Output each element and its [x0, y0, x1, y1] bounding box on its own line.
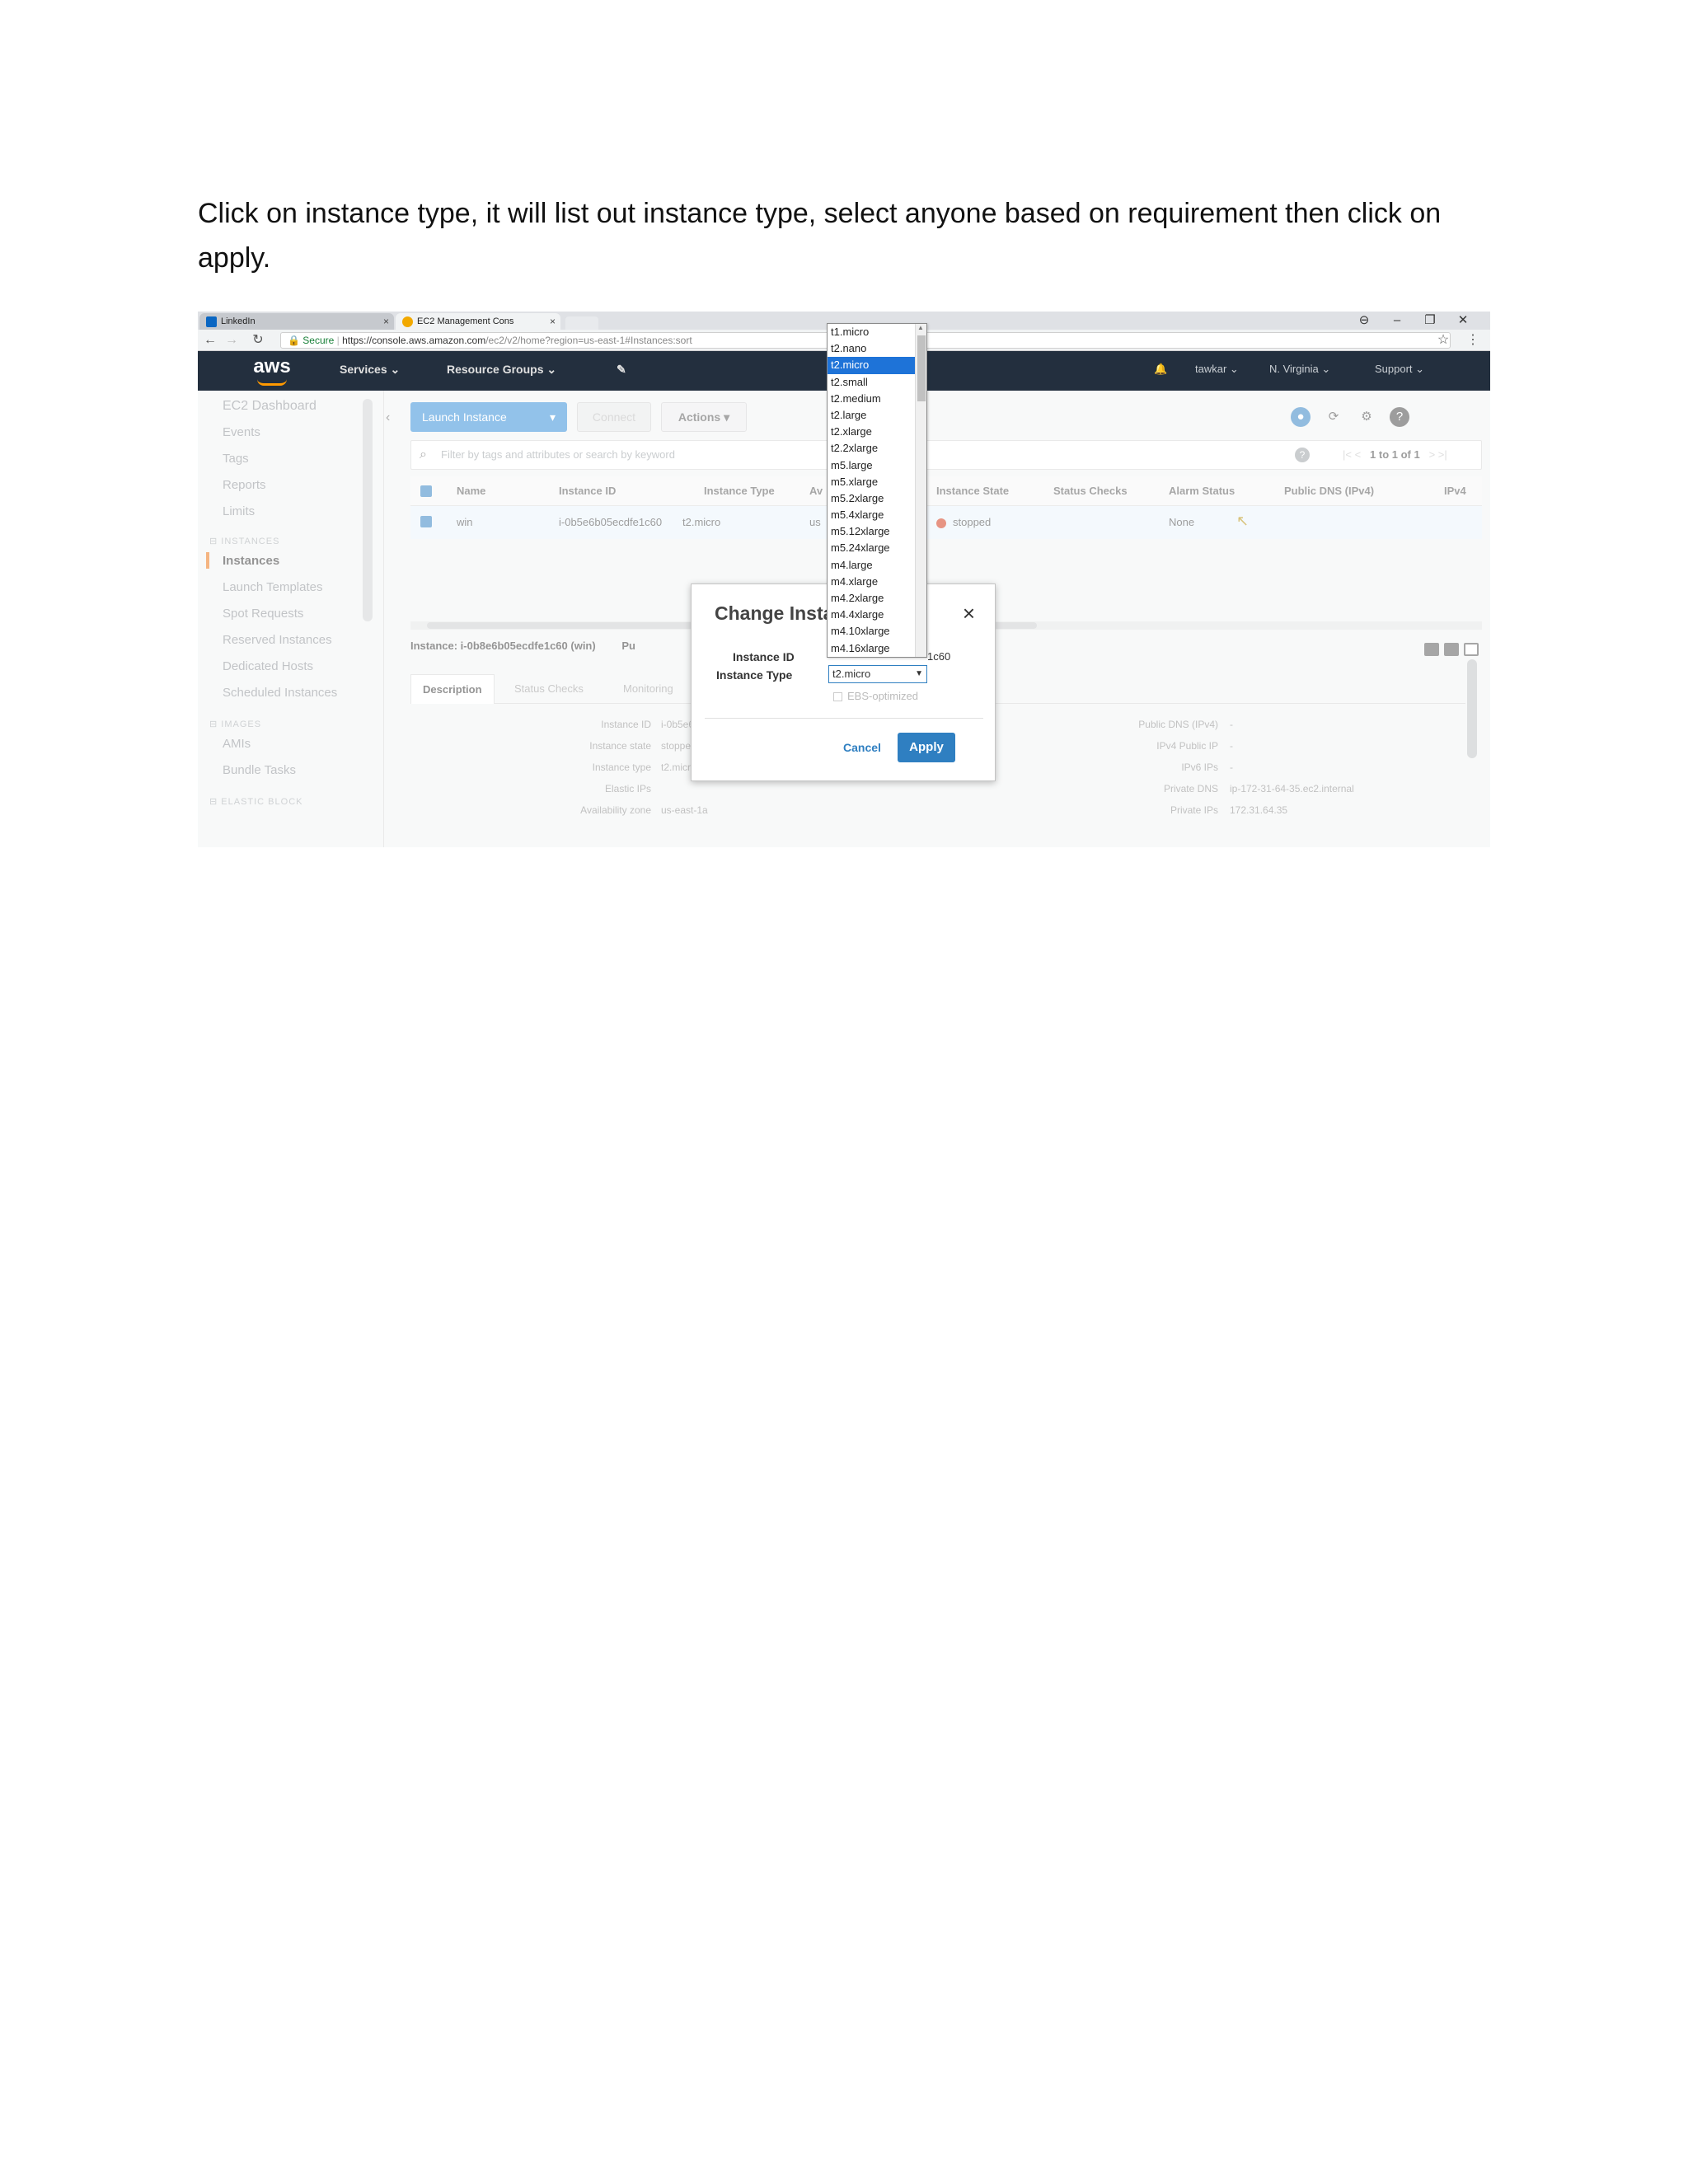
- browser-screenshot: LinkedIn × EC2 Management Cons × ⊖ – ❐ ✕…: [198, 312, 1490, 847]
- apply-button[interactable]: Apply: [898, 733, 955, 762]
- close-icon[interactable]: ×: [963, 601, 975, 626]
- bookmark-star-icon[interactable]: ☆: [1434, 332, 1452, 349]
- dropdown-option[interactable]: t2.medium: [828, 391, 926, 407]
- close-window-button[interactable]: ✕: [1447, 312, 1479, 330]
- aws-smile-icon: [257, 379, 287, 386]
- tab-label: EC2 Management Cons: [417, 316, 514, 326]
- profile-icon[interactable]: ⊖: [1348, 312, 1380, 330]
- dropdown-option[interactable]: m4.4xlarge: [828, 607, 926, 623]
- ebs-label: EBS-optimized: [847, 690, 918, 702]
- dropdown-option[interactable]: m5.4xlarge: [828, 507, 926, 523]
- close-icon[interactable]: ×: [550, 313, 556, 330]
- dropdown-scrollbar[interactable]: ▲: [915, 324, 926, 657]
- dropdown-option[interactable]: m5.xlarge: [828, 474, 926, 490]
- dropdown-option[interactable]: m5.large: [828, 457, 926, 474]
- restore-button[interactable]: ❐: [1414, 312, 1446, 330]
- forward-icon[interactable]: →: [223, 332, 241, 349]
- chevron-down-icon: ▼: [915, 669, 923, 678]
- dropdown-option[interactable]: t2.nano: [828, 340, 926, 357]
- dropdown-option[interactable]: t2.small: [828, 374, 926, 391]
- instruction-text: Click on instance type, it will list out…: [198, 198, 1442, 274]
- secure-label: Secure: [302, 335, 335, 346]
- dropdown-option[interactable]: t2.xlarge: [828, 424, 926, 440]
- dropdown-option[interactable]: t2.2xlarge: [828, 440, 926, 457]
- resource-groups-menu[interactable]: Resource Groups ⌄: [447, 363, 556, 377]
- instance-id-value: 1c60: [927, 650, 951, 663]
- instance-id-label: Instance ID: [733, 650, 795, 663]
- instance-type-dropdown-list[interactable]: t1.micro t2.nano t2.micro t2.small t2.medium…: [827, 323, 927, 658]
- dialog-title: Change Instance Type: [715, 602, 838, 624]
- close-icon[interactable]: ×: [383, 313, 389, 330]
- url-host: https://console.aws.amazon.com: [342, 335, 486, 346]
- new-tab-button[interactable]: [565, 316, 598, 330]
- scroll-thumb[interactable]: [917, 335, 926, 401]
- dialog-divider: [705, 718, 983, 719]
- bell-icon[interactable]: 🔔: [1154, 363, 1167, 376]
- aws-logo-text: aws: [253, 355, 291, 377]
- reload-icon[interactable]: ↻: [249, 332, 267, 349]
- cancel-button[interactable]: Cancel: [843, 741, 881, 754]
- tab-ec2-console[interactable]: EC2 Management Cons ×: [396, 313, 560, 330]
- minimize-button[interactable]: –: [1381, 312, 1413, 330]
- ebs-optimized-checkbox[interactable]: EBS-optimized: [833, 690, 918, 702]
- dropdown-option[interactable]: m5.24xlarge: [828, 540, 926, 556]
- region-menu[interactable]: N. Virginia ⌄: [1269, 363, 1330, 376]
- linkedin-icon: [206, 316, 217, 327]
- back-icon[interactable]: ←: [201, 332, 219, 349]
- dropdown-option[interactable]: m5.12xlarge: [828, 523, 926, 540]
- aws-logo[interactable]: aws: [247, 354, 297, 386]
- dropdown-option[interactable]: m4.2xlarge: [828, 590, 926, 607]
- scroll-up-icon[interactable]: ▲: [917, 324, 924, 331]
- checkbox-icon: [833, 692, 842, 702]
- dropdown-option[interactable]: m4.large: [828, 557, 926, 574]
- dropdown-option[interactable]: m4.10xlarge: [828, 623, 926, 640]
- dropdown-option[interactable]: m4.16xlarge: [828, 640, 926, 657]
- dropdown-option[interactable]: t2.micro: [828, 357, 926, 374]
- dropdown-option[interactable]: m5.2xlarge: [828, 490, 926, 507]
- aws-favicon-icon: [402, 316, 413, 327]
- tab-linkedin[interactable]: LinkedIn ×: [199, 313, 394, 330]
- user-menu[interactable]: tawkar ⌄: [1195, 363, 1239, 376]
- dropdown-option[interactable]: t1.micro: [828, 324, 926, 340]
- pin-icon[interactable]: ✎: [617, 363, 626, 377]
- tab-label: LinkedIn: [221, 316, 256, 326]
- browser-menu-icon[interactable]: ⋮: [1464, 332, 1482, 349]
- lock-icon: 🔒: [288, 335, 303, 346]
- instance-type-label: Instance Type: [716, 668, 793, 682]
- selected-instance-type: t2.micro: [832, 668, 871, 680]
- instance-type-select[interactable]: t2.micro ▼: [828, 665, 927, 683]
- support-menu[interactable]: Support ⌄: [1375, 363, 1424, 376]
- dropdown-options: t1.micro t2.nano t2.micro t2.small t2.medium…: [828, 324, 926, 657]
- dropdown-option[interactable]: m4.xlarge: [828, 574, 926, 590]
- dropdown-option[interactable]: t2.large: [828, 407, 926, 424]
- url-path: /ec2/v2/home?region=us-east-1#Instances:…: [485, 335, 692, 346]
- services-menu[interactable]: Services ⌄: [340, 363, 400, 377]
